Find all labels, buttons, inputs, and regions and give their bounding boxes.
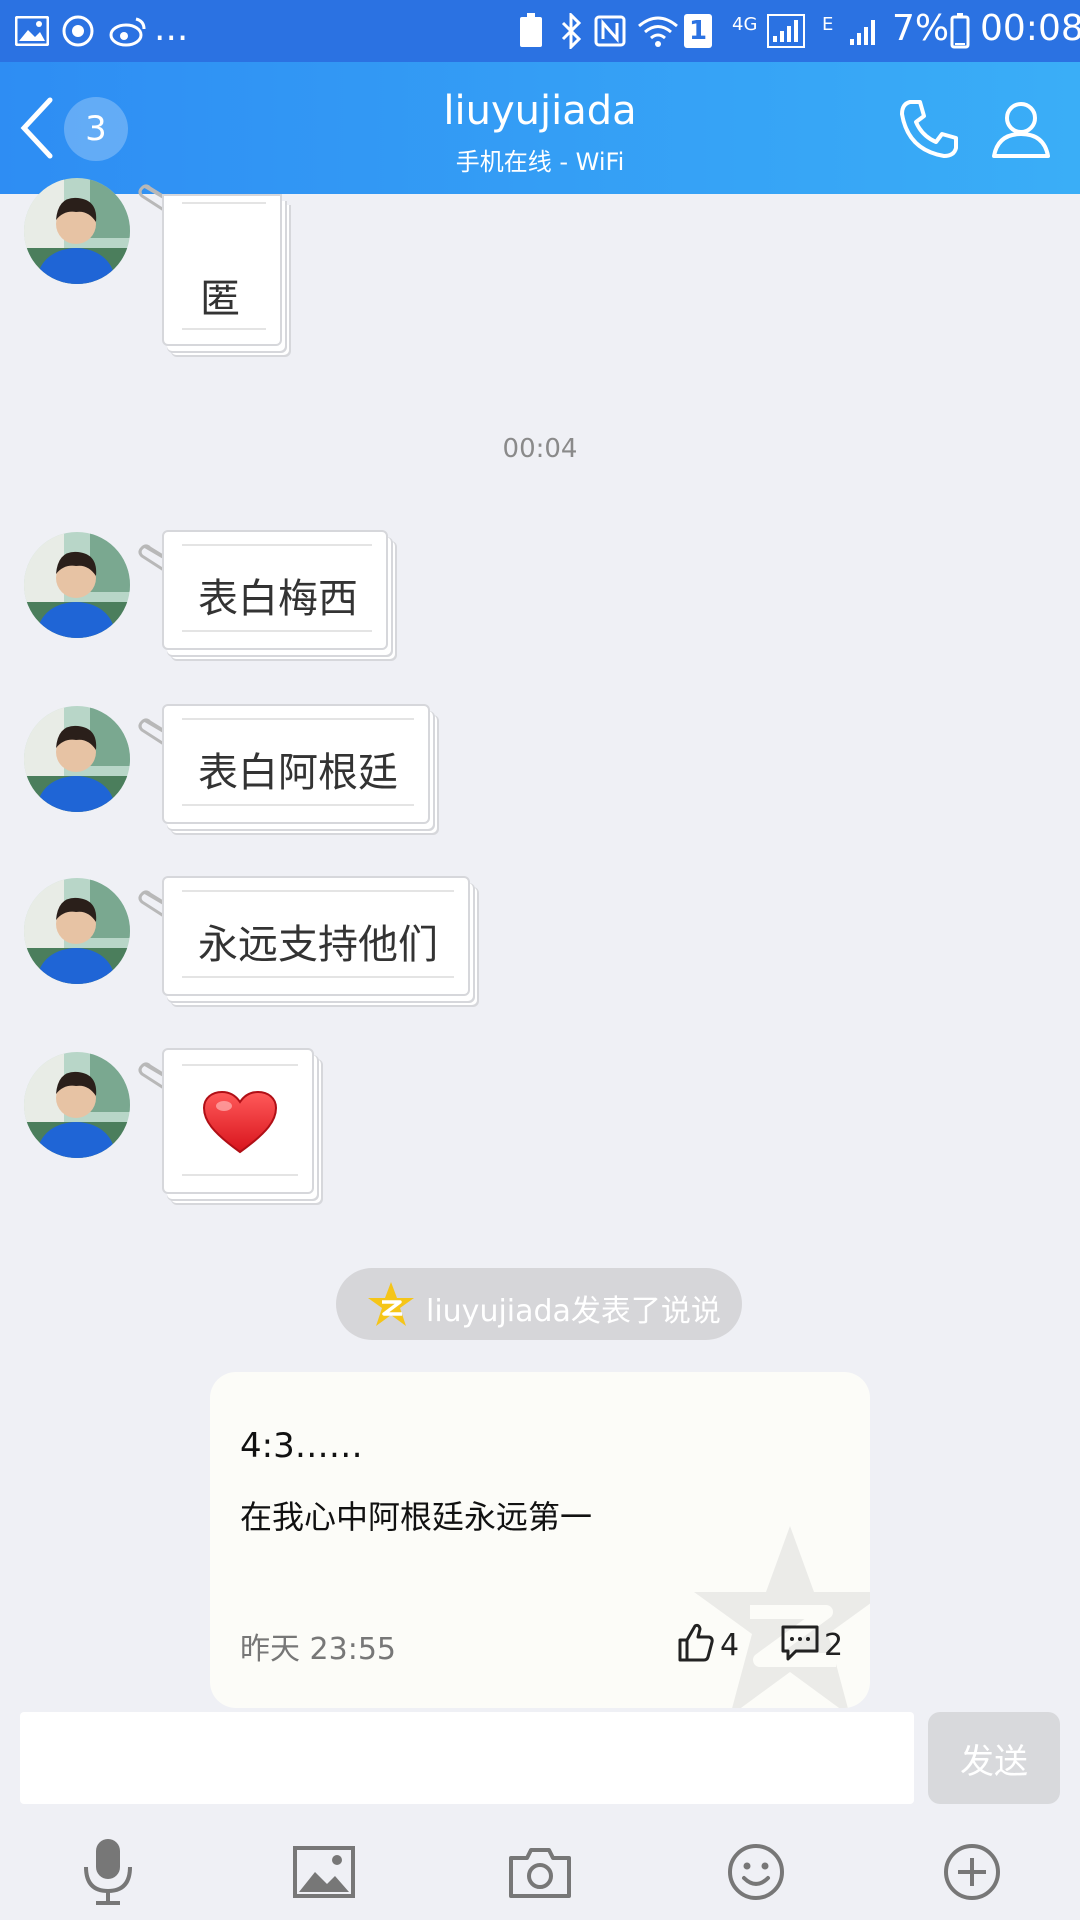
- contact-avatar[interactable]: [24, 706, 130, 812]
- status-time: 00:08: [980, 8, 1080, 49]
- status-bar: ... 1 4G E 7% 00:08: [0, 0, 1080, 62]
- message-bubble[interactable]: [162, 1048, 314, 1194]
- unread-count-badge[interactable]: 3: [64, 97, 128, 161]
- voice-icon: [84, 1839, 132, 1905]
- time-separator: 00:04: [502, 434, 578, 464]
- qzone-notice-text: liuyujiada发表了说说: [426, 1294, 721, 1329]
- weibo-notification-icon: [106, 10, 150, 52]
- contact-avatar[interactable]: [24, 178, 130, 284]
- message-bubble[interactable]: 表白梅西: [162, 530, 388, 650]
- like-count: 4: [720, 1628, 740, 1663]
- phone-icon: [900, 100, 958, 158]
- comment-button[interactable]: [780, 1624, 820, 1662]
- message-input[interactable]: [20, 1712, 914, 1804]
- contact-status: 手机在线 - WiFi: [455, 148, 625, 176]
- camera-button[interactable]: [500, 1832, 580, 1912]
- qzone-watermark-icon: [694, 1526, 870, 1708]
- phone-call-button[interactable]: [896, 96, 966, 166]
- image-icon: [293, 1846, 355, 1898]
- voice-button[interactable]: [68, 1832, 148, 1912]
- back-icon: [20, 97, 53, 159]
- contact-avatar[interactable]: [24, 878, 130, 984]
- post-timestamp: 昨天 23:55: [240, 1632, 396, 1667]
- send-button[interactable]: 发送: [928, 1712, 1060, 1804]
- image-button[interactable]: [284, 1832, 364, 1912]
- contact-avatar[interactable]: [24, 1052, 130, 1158]
- battery-icon: [948, 10, 972, 52]
- bluetooth-icon: [556, 10, 586, 52]
- like-button[interactable]: [678, 1622, 714, 1662]
- message-text: 表白阿根廷: [198, 750, 398, 796]
- contact-avatar[interactable]: [24, 532, 130, 638]
- message-text: 表白梅西: [198, 576, 358, 622]
- message-bubble[interactable]: 匿: [162, 194, 282, 346]
- battery-percent: 7%: [892, 8, 950, 49]
- camera-icon: [509, 1848, 571, 1898]
- heart-icon: [202, 1090, 278, 1154]
- post-text-line: 4:3……: [240, 1426, 363, 1466]
- network-type-e: E: [822, 14, 834, 35]
- message-bubble[interactable]: 表白阿根廷: [162, 704, 430, 824]
- message-text: 匿: [200, 276, 240, 322]
- profile-icon: [992, 102, 1050, 158]
- status-overflow: ...: [154, 8, 189, 49]
- message-text: 永远支持他们: [198, 922, 438, 968]
- message-bubble[interactable]: 永远支持他们: [162, 876, 470, 996]
- comment-count: 2: [824, 1628, 844, 1663]
- network-type-4g: 4G: [732, 14, 758, 35]
- contact-profile-button[interactable]: [990, 98, 1054, 162]
- nfc-icon: [592, 10, 628, 52]
- emoji-icon: [728, 1844, 784, 1900]
- contact-name: liuyujiada: [443, 88, 637, 134]
- comment-icon: [781, 1625, 819, 1661]
- app-notification-icon: [58, 10, 98, 52]
- sim-slot-badge: 1: [684, 14, 712, 48]
- wifi-icon: [636, 10, 680, 52]
- qzone-star-icon: [366, 1280, 416, 1328]
- signal-4g-icon: [766, 10, 806, 52]
- add-button[interactable]: [932, 1832, 1012, 1912]
- gallery-notification-icon: [12, 10, 52, 52]
- post-text-line: 在我心中阿根廷永远第一: [240, 1498, 593, 1536]
- battery-saver-icon: [516, 10, 546, 52]
- add-icon: [944, 1844, 1000, 1900]
- signal-e-icon: [846, 10, 882, 52]
- thumbs-up-icon: [678, 1623, 714, 1662]
- emoji-button[interactable]: [716, 1832, 796, 1912]
